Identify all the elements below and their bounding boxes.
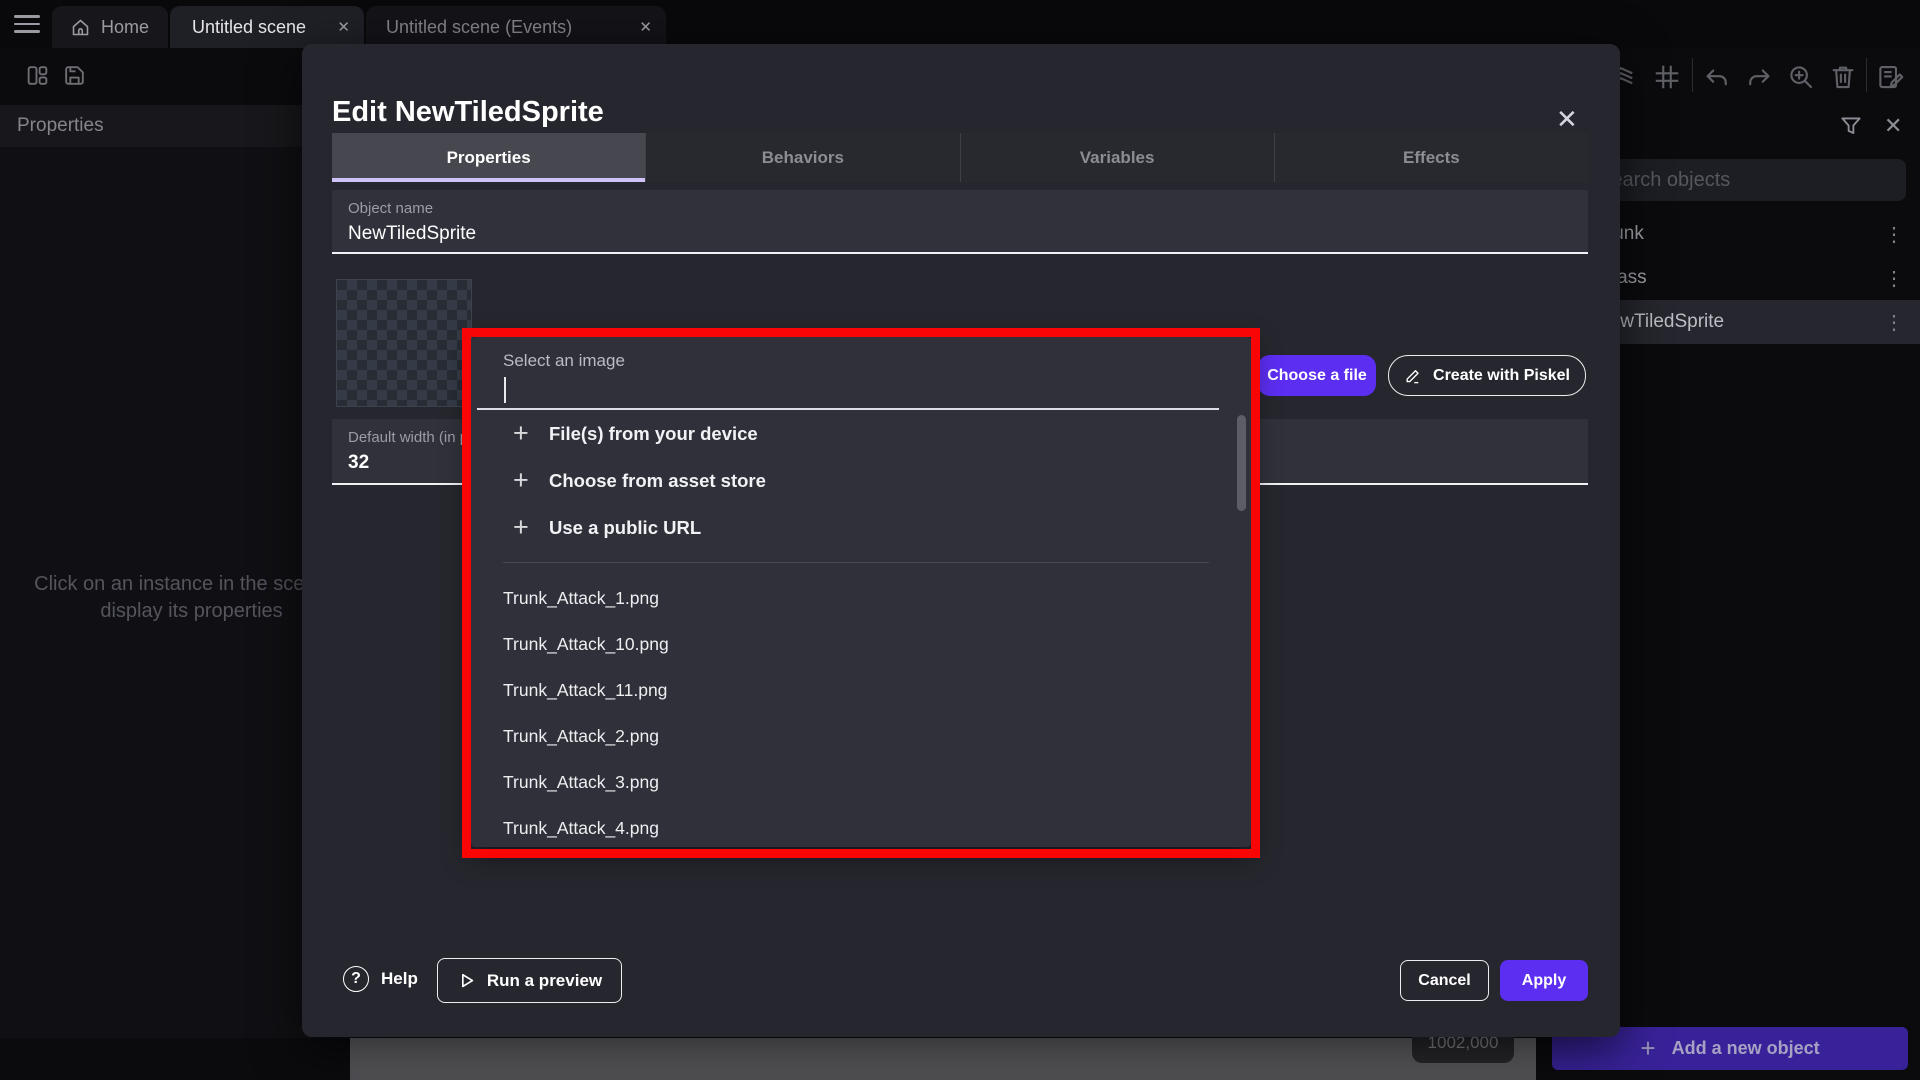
play-icon [457,971,477,991]
tab-effects[interactable]: Effects [1274,133,1588,182]
close-tab-icon[interactable]: ✕ [337,18,350,36]
object-menu-icon[interactable]: ⋮ [1884,266,1904,291]
undo-icon[interactable] [1702,63,1732,93]
select-image-input[interactable] [471,371,1211,407]
help-icon: ? [343,966,369,992]
properties-panel-title: Properties [17,115,104,137]
tab-behaviors[interactable]: Behaviors [645,133,959,182]
object-menu-icon[interactable]: ⋮ [1884,310,1904,335]
image-preview-checkerboard [336,279,472,407]
object-name-label: Object name [348,200,433,217]
search-objects-input[interactable]: Search objects [1584,159,1906,201]
toolbar-divider [1866,58,1867,92]
default-width-value: 32 [348,452,369,474]
close-tab-icon[interactable]: ✕ [639,18,652,36]
scene-canvas[interactable] [350,1038,1536,1080]
create-with-piskel-button[interactable]: Create with Piskel [1388,355,1586,396]
object-row-newtiledsprite[interactable]: NewTiledSprite ⋮ [1568,300,1920,344]
file-option[interactable]: Trunk_Attack_1.png [471,575,1211,621]
plus-icon: + [1640,1033,1655,1064]
text-cursor [504,377,506,403]
close-panel-icon[interactable]: ✕ [1884,113,1902,139]
redo-icon[interactable] [1744,63,1774,93]
pencil-icon [1404,366,1423,385]
object-row-grass[interactable]: Grass ⋮ [1568,256,1920,300]
choose-a-file-button[interactable]: Choose a file [1258,355,1376,396]
top-tab-bar: Home Untitled scene ✕ Untitled scene (Ev… [0,0,1920,48]
object-name-value: NewTiledSprite [348,223,476,245]
plus-icon: + [513,512,529,543]
file-option[interactable]: Trunk_Attack_2.png [471,713,1211,759]
option-use-public-url[interactable]: + Use a public URL [471,504,1211,551]
dialog-title: Edit NewTiledSprite [332,96,604,129]
option-files-from-device[interactable]: + File(s) from your device [471,410,1211,457]
file-option[interactable]: Trunk_Attack_3.png [471,759,1211,805]
tab-properties[interactable]: Properties [332,133,645,182]
dropdown-scrollbar[interactable] [1237,415,1246,511]
home-icon [70,17,91,38]
dialog-tabs: Properties Behaviors Variables Effects [332,133,1588,182]
hamburger-menu-icon[interactable] [14,15,40,33]
select-image-dropdown: Select an image + File(s) from your devi… [471,337,1251,847]
file-option[interactable]: Trunk_Attack_11.png [471,667,1211,713]
object-name-field[interactable]: Object name NewTiledSprite [332,190,1588,254]
file-option[interactable]: Trunk_Attack_10.png [471,621,1211,667]
tab-home-label: Home [101,17,149,38]
trash-icon[interactable] [1828,62,1858,92]
grid-icon[interactable] [1652,62,1682,92]
tab-untitled-scene-events[interactable]: Untitled scene (Events) ✕ [366,6,666,48]
tab-home[interactable]: Home [52,6,168,48]
object-menu-icon[interactable]: ⋮ [1884,222,1904,247]
option-choose-from-asset-store[interactable]: + Choose from asset store [471,457,1211,504]
object-row-trunk[interactable]: Trunk ⋮ [1568,212,1920,256]
cancel-button[interactable]: Cancel [1400,960,1489,1001]
tab-variables[interactable]: Variables [960,133,1274,182]
zoom-in-icon[interactable] [1786,62,1816,92]
add-new-object-label: Add a new object [1672,1038,1820,1059]
close-dialog-icon[interactable]: ✕ [1556,104,1578,135]
edit-scene-icon[interactable] [1876,62,1906,92]
plus-icon: + [513,465,529,496]
plus-icon: + [513,418,529,449]
tab-untitled-scene-label: Untitled scene [192,17,306,38]
help-button[interactable]: ? Help [343,966,418,992]
dropdown-divider [503,562,1209,563]
toggle-panels-icon[interactable] [25,63,50,88]
filter-icon[interactable] [1838,113,1864,139]
toolbar-divider [1692,58,1693,92]
tab-untitled-scene-events-label: Untitled scene (Events) [386,17,572,38]
apply-button[interactable]: Apply [1500,960,1588,1001]
select-image-label: Select an image [503,351,625,371]
save-icon[interactable] [62,63,87,88]
tab-untitled-scene[interactable]: Untitled scene ✕ [170,6,364,48]
run-a-preview-button[interactable]: Run a preview [437,958,622,1003]
file-option[interactable]: Trunk_Attack_4.png [471,805,1211,847]
